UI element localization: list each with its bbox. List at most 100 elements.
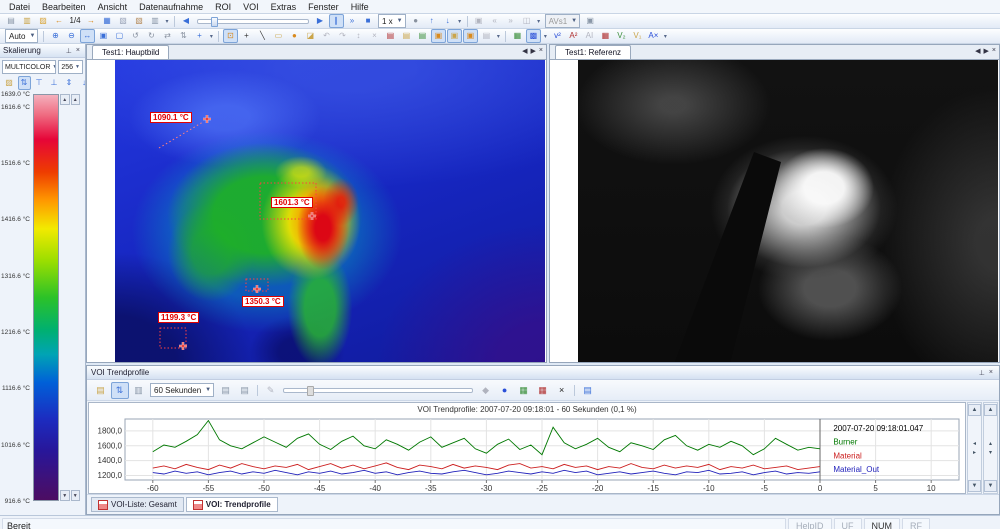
temperature-annotation[interactable]: 1090.1 °C	[150, 112, 192, 123]
scale-auto-icon[interactable]: ⇅	[18, 76, 31, 90]
avi-combo[interactable]: AVs1▼	[545, 14, 580, 28]
levels-combo[interactable]: 256▼	[58, 60, 83, 74]
save-icon[interactable]: ▦	[100, 14, 115, 28]
print-icon[interactable]: ▥	[148, 14, 163, 28]
copy-image-icon[interactable]: ▧	[116, 14, 131, 28]
image-export-icon[interactable]: ▧	[132, 14, 147, 28]
rotate-right-icon[interactable]: ↻	[144, 29, 159, 43]
trend-zoom-in-icon[interactable]: ▤	[217, 382, 235, 399]
close-icon[interactable]: ×	[987, 369, 995, 376]
voi-matrix-icon[interactable]: ▦	[598, 29, 613, 43]
add-roi-icon[interactable]: +	[239, 29, 254, 43]
roi-copy-icon[interactable]: ▤	[383, 29, 398, 43]
open-report-icon[interactable]: ▥	[20, 14, 35, 28]
voi-export1-icon[interactable]: V₂	[614, 29, 629, 43]
page-down-icon[interactable]: ↓	[440, 14, 455, 28]
overflow-chevron-icon[interactable]: ▾	[541, 33, 549, 40]
trend-excel-icon[interactable]: ▦	[515, 382, 533, 399]
fit-window-icon[interactable]: ↔	[80, 29, 95, 43]
close-icon[interactable]: ×	[74, 47, 82, 54]
temperature-colorbar[interactable]	[33, 94, 59, 501]
voi-export2-icon[interactable]: V₁	[630, 29, 645, 43]
trend-print-icon[interactable]: ▤	[579, 382, 597, 399]
menu-item-extras[interactable]: Extras	[265, 2, 303, 12]
menu-item-voi[interactable]: VOI	[237, 2, 265, 12]
tab-close-icon[interactable]: ×	[539, 47, 543, 55]
overflow-chevron-icon[interactable]: ▾	[207, 33, 215, 40]
menu-item-roi[interactable]: ROI	[209, 2, 237, 12]
menu-item-bearbeiten[interactable]: Bearbeiten	[36, 2, 92, 12]
frame-back-icon[interactable]: ←	[52, 14, 67, 28]
trend-scrollbar-1[interactable]: ▲ ◂▸ ▼	[967, 402, 982, 494]
record-icon[interactable]: ●	[408, 14, 423, 28]
speed-combo[interactable]: 1 x▼	[378, 14, 406, 28]
temperature-annotation[interactable]: 1199.3 °C	[158, 312, 199, 323]
overflow-chevron-icon[interactable]: ▾	[494, 33, 502, 40]
trend-zoom-out-icon[interactable]: ▤	[236, 382, 254, 399]
spin-up-icon[interactable]: ▲	[71, 94, 81, 105]
interval-combo[interactable]: 60 Sekunden▼	[150, 383, 214, 397]
reference-image[interactable]	[578, 60, 998, 362]
scroll-down-icon[interactable]: ▼	[968, 480, 981, 492]
trend-scale-icon[interactable]: ▥	[130, 382, 148, 399]
scroll-down-icon[interactable]: ▼	[984, 480, 997, 492]
temperature-annotation[interactable]: 1601.3 °C	[271, 197, 313, 208]
menu-item-datei[interactable]: Datei	[3, 2, 36, 12]
scale-edit-icon[interactable]: ▨	[3, 76, 16, 90]
scale-min-icon[interactable]: ⊥	[48, 76, 61, 90]
tab-voi-trendprofile[interactable]: VOI: Trendprofile	[186, 497, 278, 512]
scroll-up-icon[interactable]: ▲	[968, 404, 981, 416]
flip-vertical-icon[interactable]: ⇅	[176, 29, 191, 43]
menu-item-fenster[interactable]: Fenster	[302, 2, 345, 12]
roi-lock-icon[interactable]: ▣	[431, 29, 446, 43]
roi-import-icon[interactable]: ▤	[415, 29, 430, 43]
stop-icon[interactable]: ■	[361, 14, 376, 28]
folder-open-icon[interactable]: ▨	[36, 14, 51, 28]
trend-autoscale-icon[interactable]: ⇅	[111, 382, 129, 399]
scale-max-spin[interactable]: ▲ ▲	[60, 94, 80, 105]
menu-item-datenaufnahme[interactable]: Datenaufnahme	[133, 2, 209, 12]
voi-area-icon[interactable]: A²	[566, 29, 581, 43]
temperature-annotation[interactable]: 1350.3 °C	[242, 296, 284, 307]
rect-roi-icon[interactable]: ▭	[271, 29, 286, 43]
scale-min-spin[interactable]: ▼ ▼	[60, 490, 80, 501]
zoom-in-icon[interactable]: ⊕	[48, 29, 63, 43]
polygon-roi-icon[interactable]: ◪	[303, 29, 318, 43]
voi-value-icon[interactable]: v²	[550, 29, 565, 43]
auto-combo[interactable]: Auto▼	[5, 29, 38, 43]
tab-hauptbild[interactable]: Test1: Hauptbild	[92, 45, 169, 59]
pin-icon[interactable]: ⊥	[64, 47, 74, 55]
slider-thumb[interactable]	[211, 17, 218, 27]
trend-refresh-icon[interactable]: ▤	[92, 382, 110, 399]
menu-item-hilfe[interactable]: Hilfe	[345, 2, 375, 12]
tab-next-icon[interactable]: ▶	[984, 47, 989, 55]
trend-window-icon[interactable]: ▩	[526, 29, 541, 43]
tab-referenz[interactable]: Test1: Referenz	[555, 45, 631, 59]
spin-down-icon[interactable]: ▼	[71, 490, 81, 501]
overflow-chevron-icon[interactable]: ▾	[163, 18, 171, 25]
pause-icon[interactable]: ∥	[329, 14, 344, 28]
voi-delete-icon[interactable]: A×	[646, 29, 661, 43]
flip-horizontal-icon[interactable]: ⇄	[160, 29, 175, 43]
trend-delete-icon[interactable]: ×	[553, 382, 571, 399]
thermal-image[interactable]: 1090.1 °C 1601.3 °C 1350.3 °C 1199.3 °C	[115, 60, 545, 362]
actual-size-icon[interactable]: ▣	[96, 29, 111, 43]
trend-table-icon[interactable]: ▦	[534, 382, 552, 399]
trend-time-slider[interactable]	[283, 386, 473, 395]
scale-max-icon[interactable]: ⊤	[33, 76, 46, 90]
slider-track[interactable]	[283, 388, 473, 393]
zoom-out-icon[interactable]: ⊖	[64, 29, 79, 43]
roi-group-icon[interactable]: ▣	[463, 29, 478, 43]
overflow-chevron-icon[interactable]: ▾	[661, 33, 669, 40]
page-up-icon[interactable]: ↑	[424, 14, 439, 28]
play-icon[interactable]: ▶	[313, 14, 328, 28]
scroll-up-icon[interactable]: ▲	[984, 404, 997, 416]
profile-line-icon[interactable]: ⊡	[223, 29, 238, 43]
speaker-icon[interactable]: ◀	[179, 14, 194, 28]
trend-chart-plot[interactable]: -60-55-50-45-40-35-30-25-20-15-10-505101…	[89, 417, 965, 493]
slider-track[interactable]	[197, 19, 309, 24]
voi-image-icon[interactable]: ▦	[510, 29, 525, 43]
trend-scrollbar-2[interactable]: ▲ ▴▾ ▼	[983, 402, 998, 494]
ellipse-roi-icon[interactable]: ●	[287, 29, 302, 43]
new-document-icon[interactable]: ▤	[4, 14, 19, 28]
